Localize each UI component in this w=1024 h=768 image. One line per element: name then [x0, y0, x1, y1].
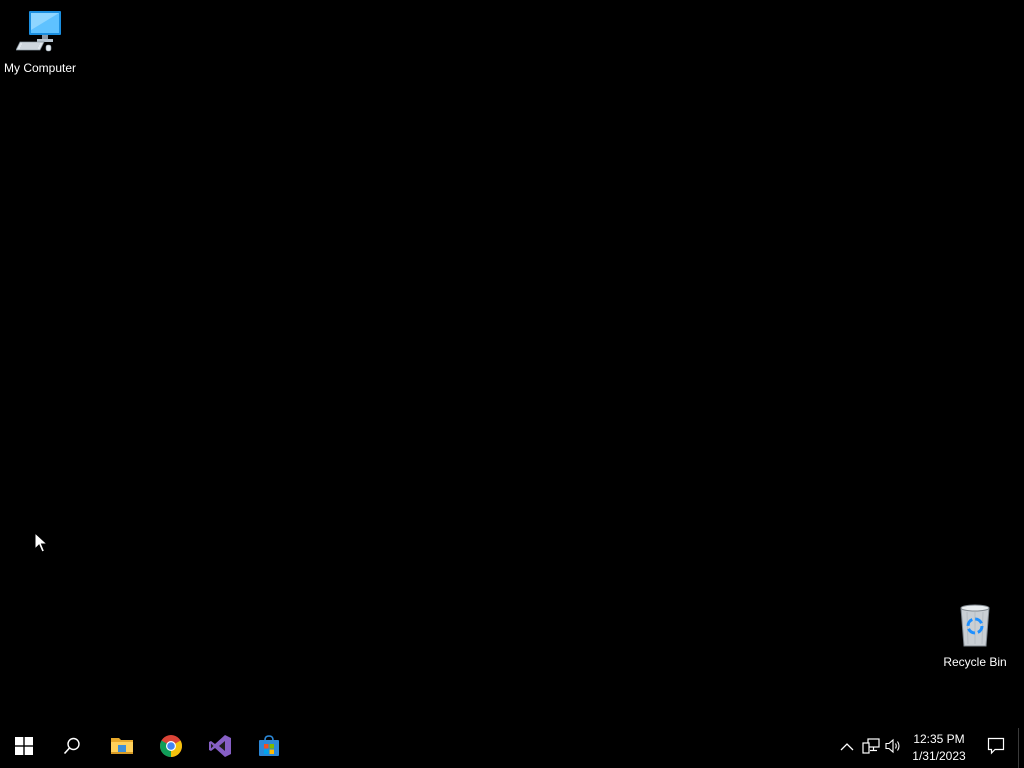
computer-icon: [15, 8, 64, 59]
volume-tray-button[interactable]: [882, 728, 906, 768]
desktop[interactable]: My Computer Recycle Bin: [0, 0, 1024, 728]
recycle-bin-icon: [953, 602, 997, 653]
clock-time: 12:35 PM: [913, 732, 965, 746]
chevron-up-icon: [840, 739, 854, 757]
taskbar-clock[interactable]: 12:35 PM 1/31/2023: [906, 728, 972, 768]
recycle-bin-desktop-icon[interactable]: Recycle Bin: [935, 602, 1015, 669]
chrome-button[interactable]: [147, 728, 195, 768]
desktop-icon-label: Recycle Bin: [943, 655, 1007, 669]
search-icon: [63, 737, 81, 760]
action-center-button[interactable]: [976, 728, 1016, 768]
chrome-icon: [159, 734, 183, 763]
desktop-icon-label: My Computer: [3, 61, 77, 75]
show-desktop-button[interactable]: [1018, 728, 1024, 768]
network-tray-button[interactable]: [859, 728, 883, 768]
volume-icon: [885, 738, 903, 759]
folder-icon: [110, 736, 134, 761]
microsoft-store-button[interactable]: [245, 728, 293, 768]
store-icon: [257, 734, 281, 763]
taskbar: 12:35 PM 1/31/2023: [0, 728, 1024, 768]
visual-studio-icon: [208, 734, 232, 763]
mouse-cursor-icon: [34, 531, 49, 559]
file-explorer-button[interactable]: [98, 728, 146, 768]
notification-icon: [987, 737, 1005, 760]
start-button[interactable]: [0, 728, 48, 768]
my-computer-desktop-icon[interactable]: My Computer: [0, 8, 80, 75]
visual-studio-button[interactable]: [196, 728, 244, 768]
windows-logo-icon: [15, 736, 33, 760]
network-icon: [862, 737, 880, 759]
clock-date: 1/31/2023: [912, 749, 966, 763]
search-button[interactable]: [48, 728, 96, 768]
show-hidden-icons-button[interactable]: [835, 728, 859, 768]
